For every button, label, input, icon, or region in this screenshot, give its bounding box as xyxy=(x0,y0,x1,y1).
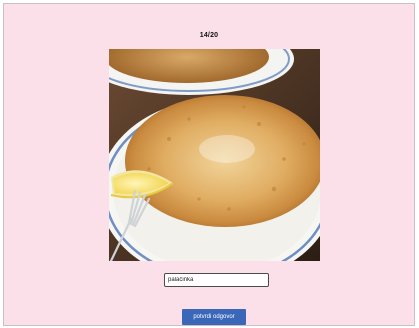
question-counter: 14/20 xyxy=(199,32,219,39)
answer-input[interactable] xyxy=(164,273,269,287)
submit-answer-button[interactable]: potvrdi odgovor xyxy=(182,309,246,325)
quiz-photo xyxy=(109,49,320,261)
